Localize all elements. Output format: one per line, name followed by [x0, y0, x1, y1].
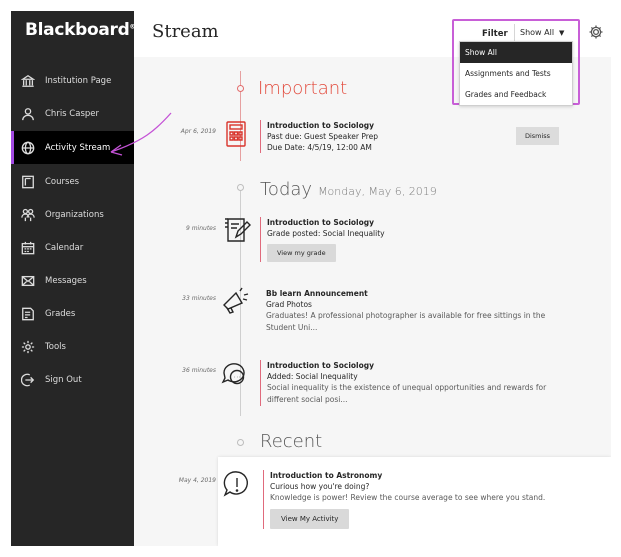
sidebar: Blackboard® Institution Page Chris Caspe…	[11, 11, 136, 546]
sign-out-icon	[21, 373, 35, 387]
item-course: Introduction to Sociology	[267, 218, 375, 227]
item-description: Knowledge is power! Review the course av…	[270, 493, 546, 502]
item-subject: Added: Social Inequality	[267, 372, 358, 381]
courses-icon	[21, 175, 35, 189]
grade-edit-icon	[222, 215, 252, 245]
megaphone-icon	[220, 287, 250, 317]
item-time: May 4, 2019	[178, 477, 216, 484]
item-time: 33 minutes	[182, 295, 216, 302]
view-my-grade-button[interactable]: View my grade	[267, 244, 336, 262]
item-subject: Past due: Guest Speaker Prep	[267, 132, 379, 141]
item-course: Introduction to Sociology	[267, 361, 375, 370]
alert-bubble-icon	[222, 469, 252, 499]
sidebar-item-calendar[interactable]: Calendar	[11, 231, 134, 264]
section-heading-today: Today Monday, May 6, 2019	[260, 179, 437, 200]
item-subject: Grad Photos	[266, 300, 312, 309]
sidebar-item-organizations[interactable]: Organizations	[11, 198, 134, 231]
filter-selected-value: Show All	[520, 28, 555, 37]
today-item-announcement[interactable]: Bb learn Announcement Grad Photos Gradua…	[260, 288, 560, 334]
sidebar-item-sign-out[interactable]: Sign Out	[11, 363, 134, 396]
filter-select[interactable]: Show All ▼	[514, 24, 572, 41]
institution-icon	[21, 74, 35, 88]
brand-logo: Blackboard®	[25, 20, 136, 40]
filter-option-grades-feedback[interactable]: Grades and Feedback	[460, 84, 572, 105]
timeline-dot	[237, 439, 244, 446]
page-title: Stream	[152, 21, 219, 42]
filter-dropdown: Show All Assignments and Tests Grades an…	[459, 41, 573, 106]
top-bar: Stream Filter Show All ▼ Show All Assign…	[134, 11, 611, 106]
calendar-icon	[21, 241, 35, 255]
sidebar-item-label: Organizations	[45, 209, 104, 220]
sidebar-item-label: Sign Out	[45, 374, 82, 385]
dismiss-button[interactable]: Dismiss	[516, 127, 559, 145]
filter-option-show-all[interactable]: Show All	[460, 42, 572, 63]
main-content: Stream Filter Show All ▼ Show All Assign…	[134, 11, 611, 546]
section-heading-important: Important	[258, 78, 348, 99]
item-description: Social inequality is the existence of un…	[267, 383, 547, 404]
messages-icon	[21, 274, 35, 288]
timeline-dot	[237, 85, 244, 92]
view-my-activity-button[interactable]: View My Activity	[270, 509, 350, 529]
item-time: 9 minutes	[185, 225, 216, 232]
sidebar-item-grades[interactable]: Grades	[11, 297, 134, 330]
annotation-arrow	[110, 112, 172, 156]
item-subject: Grade posted: Social Inequality	[267, 229, 385, 238]
sidebar-item-courses[interactable]: Courses	[11, 165, 134, 198]
item-source: Bb learn Announcement	[266, 289, 368, 298]
timeline-dot	[237, 184, 244, 191]
organizations-icon	[21, 208, 35, 222]
today-item-grade[interactable]: Introduction to Sociology Grade posted: …	[260, 217, 520, 262]
item-time: 36 minutes	[182, 367, 216, 374]
sidebar-item-label: Messages	[45, 275, 87, 286]
sidebar-item-tools[interactable]: Tools	[11, 330, 134, 363]
globe-icon	[21, 141, 35, 155]
filter-label: Filter	[482, 29, 508, 39]
sidebar-item-label: Tools	[45, 341, 66, 352]
filter-highlight: Filter Show All ▼ Show All Assignments a…	[452, 19, 580, 106]
gear-icon[interactable]	[588, 24, 604, 40]
sidebar-item-label: Institution Page	[45, 75, 112, 86]
caret-down-icon: ▼	[559, 28, 565, 37]
item-subject: Curious how you're doing?	[270, 482, 370, 491]
discussion-icon	[220, 357, 250, 387]
item-description: Graduates! A professional photographer i…	[266, 311, 546, 332]
sidebar-item-label: Chris Casper	[45, 108, 100, 119]
section-heading-recent: Recent	[260, 431, 323, 452]
sidebar-item-institution-page[interactable]: Institution Page	[11, 64, 134, 97]
app-window: Blackboard® Institution Page Chris Caspe…	[11, 11, 611, 546]
sidebar-item-label: Activity Stream	[45, 142, 111, 153]
section-date: Monday, May 6, 2019	[318, 185, 437, 198]
tools-icon	[21, 340, 35, 354]
sidebar-item-messages[interactable]: Messages	[11, 264, 134, 297]
user-icon	[21, 107, 35, 121]
today-item-content[interactable]: Introduction to Sociology Added: Social …	[260, 360, 560, 406]
filter-option-assignments-tests[interactable]: Assignments and Tests	[460, 63, 572, 84]
calculator-icon	[221, 119, 251, 149]
item-course: Introduction to Sociology	[267, 121, 375, 130]
item-course: Introduction to Astronomy	[270, 471, 383, 480]
item-due-date: Due Date: 4/5/19, 12:00 AM	[267, 143, 372, 152]
sidebar-item-label: Grades	[45, 308, 76, 319]
grades-icon	[21, 307, 35, 321]
sidebar-item-label: Calendar	[45, 242, 84, 253]
important-item[interactable]: Introduction to Sociology Past due: Gues…	[260, 120, 500, 153]
sidebar-item-label: Courses	[45, 176, 80, 187]
recent-item[interactable]: Introduction to Astronomy Curious how yo…	[263, 470, 583, 529]
